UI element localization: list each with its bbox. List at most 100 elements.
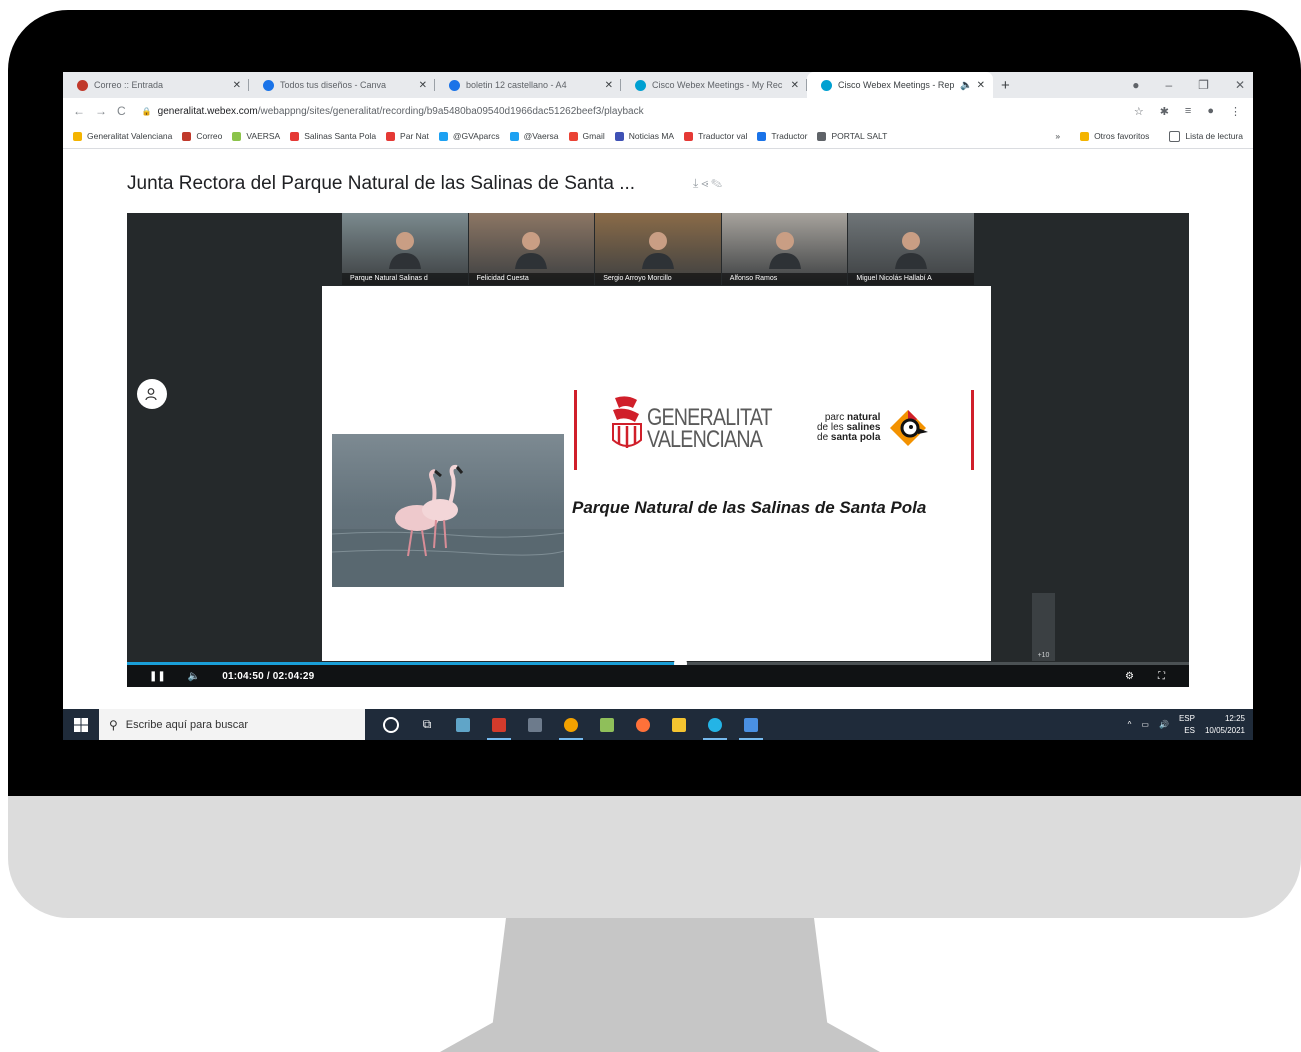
- back-button[interactable]: ←: [73, 104, 85, 118]
- bookmark-item[interactable]: VAERSA: [232, 131, 280, 141]
- bookmark-item[interactable]: @GVAparcs: [438, 131, 500, 141]
- tab-close-icon[interactable]: ✕: [419, 80, 427, 91]
- browser-tab-2[interactable]: boletin 12 castellano - A4 ✕: [435, 72, 621, 98]
- tray-chevron-icon[interactable]: ^: [1128, 720, 1132, 729]
- pdf-icon[interactable]: [481, 709, 517, 740]
- tab-title: Cisco Webex Meetings - My Rec: [652, 80, 783, 90]
- bookmark-star-icon[interactable]: ☆: [1134, 105, 1144, 118]
- person-icon: [145, 388, 157, 401]
- address-bar-row: ← → C 🔒 generalitat.webex.com/webappng/s…: [63, 98, 1253, 124]
- video-player[interactable]: Parque Natural Salinas d Felicidad Cuesta…: [127, 213, 1189, 687]
- url-path: /webappng/sites/generalitat/recording/b9…: [257, 105, 644, 117]
- bookmark-label: @Vaersa: [523, 131, 559, 141]
- participant-video[interactable]: Miguel Nicolás Hallabí A: [848, 213, 974, 285]
- file-explorer-icon[interactable]: [661, 709, 697, 740]
- extensions-icon[interactable]: ✱: [1160, 105, 1169, 118]
- forward-button[interactable]: →: [95, 104, 107, 118]
- bookmark-item[interactable]: Traductor val: [684, 131, 747, 141]
- taskbar-apps: ⧉: [373, 709, 769, 740]
- webex-icon[interactable]: [697, 709, 733, 740]
- tab-audio-icon[interactable]: 🔈: [960, 80, 972, 91]
- system-tray: ^ ▭ 🔊 ESP ES 12:25 10/05/2021: [1128, 709, 1245, 740]
- account-icon[interactable]: ●: [1207, 105, 1214, 117]
- webex-icon: [635, 79, 646, 91]
- volume-icon[interactable]: 🔈: [188, 671, 200, 682]
- calculator-icon[interactable]: [517, 709, 553, 740]
- restore-button[interactable]: ❐: [1198, 78, 1209, 92]
- document-icon[interactable]: [733, 709, 769, 740]
- canva-icon: [449, 79, 460, 91]
- other-favorites[interactable]: Otros favoritos: [1080, 131, 1149, 141]
- bookmark-favicon-icon: [73, 131, 82, 141]
- flamingo-logo-icon: [890, 410, 929, 446]
- bookmark-label: VAERSA: [246, 131, 281, 141]
- url-host: generalitat.webex.com: [157, 105, 258, 117]
- bookmark-item[interactable]: Generalitat Valenciana: [73, 131, 172, 141]
- pause-button[interactable]: ❚❚: [149, 671, 166, 682]
- bookmark-label: Traductor val: [698, 131, 748, 141]
- generalitat-logo: GENERALITAT VALENCIANA: [607, 394, 799, 464]
- tab-close-icon[interactable]: ✕: [605, 80, 613, 91]
- share-icon[interactable]: ⋖: [701, 176, 711, 190]
- browser-tab-0[interactable]: Correo :: Entrada ✕: [63, 72, 249, 98]
- browser-tab-4[interactable]: Cisco Webex Meetings - Rep 🔈 ✕: [807, 72, 993, 98]
- browser-tab-3[interactable]: Cisco Webex Meetings - My Rec ✕: [621, 72, 807, 98]
- tab-close-icon[interactable]: ✕: [233, 80, 241, 91]
- bookmark-item[interactable]: Traductor: [757, 131, 807, 141]
- bookmark-item[interactable]: Salinas Santa Pola: [290, 131, 376, 141]
- paint-icon[interactable]: [445, 709, 481, 740]
- new-tab-button[interactable]: +: [1001, 77, 1010, 94]
- lock-icon: 🔒: [141, 106, 152, 116]
- start-button[interactable]: [63, 709, 99, 740]
- photos-icon[interactable]: [589, 709, 625, 740]
- media-control-icon[interactable]: ≡: [1185, 105, 1191, 117]
- clock[interactable]: 12:25 10/05/2021: [1205, 713, 1245, 737]
- participants-toggle[interactable]: [137, 379, 167, 409]
- participant-silhouette: [768, 232, 801, 269]
- bookmarks-overflow[interactable]: »: [1055, 131, 1060, 141]
- bookmark-favicon-icon: [438, 131, 448, 141]
- bookmark-item[interactable]: PORTAL SALT: [817, 131, 887, 141]
- participant-video[interactable]: Sergio Arroyo Morcillo: [595, 213, 721, 285]
- more-participants-panel[interactable]: +10: [1032, 593, 1055, 661]
- profile-icon[interactable]: ●: [1132, 78, 1139, 92]
- chrome-icon[interactable]: [553, 709, 589, 740]
- menu-icon[interactable]: ⋮: [1230, 105, 1241, 118]
- bookmark-item[interactable]: Par Nat: [386, 131, 429, 141]
- bookmark-item[interactable]: Correo: [182, 131, 222, 141]
- bookmark-item[interactable]: Noticias MA: [614, 131, 675, 141]
- reload-button[interactable]: C: [117, 104, 126, 118]
- folder-icon: [1080, 131, 1090, 141]
- screen: Correo :: Entrada ✕ Todos tus diseños - Ca…: [63, 72, 1253, 740]
- reading-list[interactable]: Lista de lectura: [1169, 130, 1243, 142]
- tab-title: Cisco Webex Meetings - Rep: [838, 80, 955, 90]
- url-field[interactable]: 🔒 generalitat.webex.com/webappng/sites/g…: [142, 106, 644, 117]
- bookmarks-bar: Generalitat Valenciana Correo VAERSA Salina…: [63, 124, 1253, 149]
- bookmark-item[interactable]: Gmail: [568, 131, 605, 141]
- tab-close-icon[interactable]: ✕: [791, 80, 799, 91]
- windows-taskbar: ⚲ Escribe aquí para buscar ⧉ ^ ▭ 🔊 ESP E…: [63, 709, 1253, 740]
- minimize-button[interactable]: –: [1165, 78, 1172, 92]
- taskbar-search-box[interactable]: ⚲ Escribe aquí para buscar: [99, 709, 365, 740]
- task-view-icon[interactable]: ⧉: [409, 709, 445, 740]
- tab-close-icon[interactable]: ✕: [977, 80, 985, 91]
- edit-icon[interactable]: ✎: [711, 176, 725, 190]
- search-icon: ⚲: [109, 717, 118, 732]
- tab-title: Todos tus diseños - Canva: [280, 80, 387, 90]
- settings-gear-icon[interactable]: ⚙: [1125, 671, 1134, 682]
- close-window-button[interactable]: ✕: [1235, 78, 1245, 92]
- firefox-icon[interactable]: [625, 709, 661, 740]
- bookmark-item[interactable]: @Vaersa: [509, 131, 559, 141]
- speaker-icon[interactable]: 🔊: [1159, 720, 1169, 729]
- bookmark-favicon-icon: [757, 131, 767, 141]
- participant-video[interactable]: Parque Natural Salinas d: [342, 213, 468, 285]
- bookmark-label: Noticias MA: [628, 131, 675, 141]
- participant-video[interactable]: Alfonso Ramos: [721, 213, 848, 285]
- browser-tab-1[interactable]: Todos tus diseños - Canva ✕: [249, 72, 435, 98]
- bookmark-label: Gmail: [582, 131, 605, 141]
- input-language[interactable]: ESP ES: [1179, 713, 1195, 737]
- network-icon[interactable]: ▭: [1141, 720, 1149, 729]
- fullscreen-icon[interactable]: ⛶: [1158, 671, 1165, 682]
- cortana-icon[interactable]: [373, 709, 409, 740]
- participant-video[interactable]: Felicidad Cuesta: [468, 213, 595, 285]
